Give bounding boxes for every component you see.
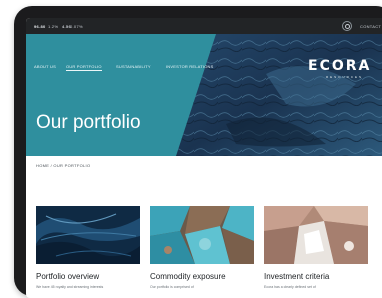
ticker-change: 1.2% [48, 24, 59, 29]
ecora-logo[interactable]: ECORA [308, 58, 371, 74]
card-title[interactable]: Commodity exposure [150, 272, 254, 281]
search-icon[interactable] [342, 21, 352, 31]
card-description: We have 45 royalty and streaming interes… [36, 285, 104, 289]
page-title: Our portfolio [36, 112, 141, 133]
tablet-screen: 96.80 1.2% 4.56 0.07% CONTACT ABOUT US O… [26, 18, 382, 298]
ticker-bar: 96.80 1.2% 4.56 0.07% CONTACT [26, 18, 382, 34]
breadcrumb[interactable]: HOME / OUR PORTFOLIO [36, 163, 90, 168]
contact-link[interactable]: CONTACT [360, 24, 381, 29]
card-description: Our portfolio is comprised of [150, 285, 194, 289]
card-investment-criteria[interactable]: Investment criteria Ecora has a clearly … [264, 206, 368, 289]
ticker-value: 96.80 [34, 24, 46, 29]
card-description: Ecora has a clearly defined set of [264, 285, 316, 289]
logo-subtitle: RESOURCES [326, 75, 364, 79]
ticker-change-2: 0.07% [70, 24, 83, 29]
nav-item-investor-relations[interactable]: INVESTOR RELATIONS [166, 64, 213, 69]
nav-item-about-us[interactable]: ABOUT US [34, 64, 56, 69]
card-image-turquoise-ore[interactable] [150, 206, 254, 264]
card-image-crystal-ore[interactable] [264, 206, 368, 264]
nav-item-sustainability[interactable]: SUSTAINABILITY [116, 64, 151, 69]
hero-background-graphic [176, 34, 382, 156]
card-title[interactable]: Investment criteria [264, 272, 368, 281]
card-title[interactable]: Portfolio overview [36, 272, 140, 281]
hero-banner: ABOUT US OUR PORTFOLIO SUSTAINABILITY IN… [26, 34, 382, 156]
tablet-device-frame: 96.80 1.2% 4.56 0.07% CONTACT ABOUT US O… [14, 6, 382, 298]
card-image-dark-rock[interactable] [36, 206, 140, 264]
card-commodity-exposure[interactable]: Commodity exposure Our portfolio is comp… [150, 206, 254, 289]
card-portfolio-overview[interactable]: Portfolio overview We have 45 royalty an… [36, 206, 140, 289]
nav-item-our-portfolio[interactable]: OUR PORTFOLIO [66, 64, 102, 71]
